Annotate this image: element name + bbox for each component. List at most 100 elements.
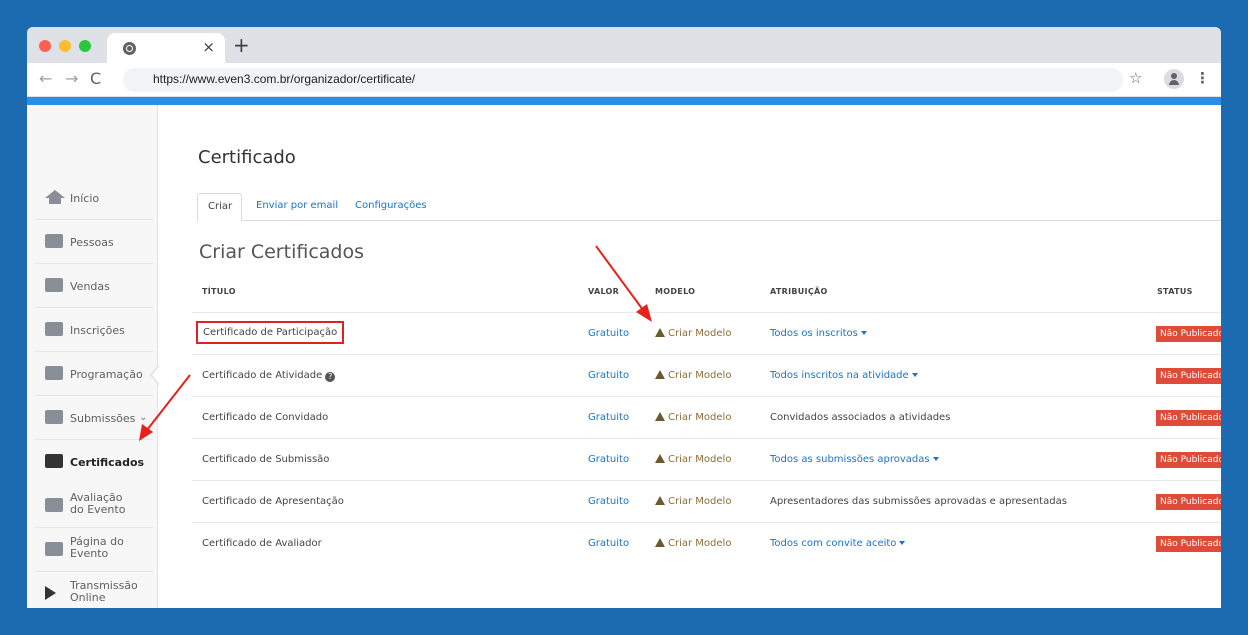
- table-row: Certificado de Convidado Gratuito Criar …: [192, 396, 1221, 438]
- sidebar-item-label: Vendas: [70, 280, 110, 293]
- tab-configuracoes[interactable]: Configurações: [345, 193, 437, 222]
- atribuicao-dropdown[interactable]: Todos com convite aceito: [770, 538, 906, 549]
- browser-tab[interactable]: ×: [107, 33, 225, 63]
- home-icon: [45, 190, 65, 204]
- atribuicao-text: Apresentadores das submissões aprovadas …: [770, 496, 1067, 507]
- label-line-2: Online: [70, 591, 106, 604]
- criar-modelo-link[interactable]: Criar Modelo: [655, 412, 731, 423]
- criar-modelo-link[interactable]: Criar Modelo: [655, 370, 731, 381]
- caret-down-icon: [899, 541, 906, 545]
- warning-icon: [655, 454, 665, 463]
- page-tabs: Criar Enviar por email Configurações: [197, 193, 1221, 222]
- tab-strip: × +: [27, 27, 1221, 63]
- criar-modelo-link[interactable]: Criar Modelo: [655, 538, 731, 549]
- sidebar-item-transmissao[interactable]: Transmissão Online: [35, 572, 153, 608]
- atribuicao-label: Todos com convite aceito: [770, 538, 897, 549]
- bookmark-star-icon[interactable]: ☆: [1129, 69, 1142, 87]
- warning-icon: [655, 496, 665, 505]
- browser-menu-icon[interactable]: ⋮: [1195, 69, 1210, 87]
- sidebar-item-label: Submissões: [70, 412, 136, 425]
- atribuicao-dropdown[interactable]: Todos os inscritos: [770, 328, 867, 339]
- profile-avatar-icon[interactable]: [1164, 69, 1184, 89]
- status-badge[interactable]: Não Publicado: [1156, 326, 1221, 342]
- valor-link[interactable]: Gratuito: [588, 454, 629, 465]
- people-icon: [45, 234, 63, 248]
- tab-close-icon[interactable]: ×: [202, 38, 215, 56]
- tab-enviar-por-email[interactable]: Enviar por email: [246, 193, 348, 222]
- header-atribuicao: ATRIBUIÇÃO: [770, 287, 828, 296]
- sidebar-item-inscricoes[interactable]: Inscrições: [35, 308, 153, 352]
- atribuicao-label: Todos inscritos na atividade: [770, 370, 909, 381]
- sidebar-item-vendas[interactable]: Vendas: [35, 264, 153, 308]
- help-icon[interactable]: ?: [325, 372, 336, 382]
- site-header-bar: [27, 97, 1221, 105]
- sidebar: Início Pessoas Vendas Inscrições Program…: [27, 105, 158, 608]
- criar-modelo-label: Criar Modelo: [668, 370, 732, 381]
- reload-icon[interactable]: C: [90, 69, 101, 89]
- valor-link[interactable]: Gratuito: [588, 538, 629, 549]
- page-title: Certificado: [198, 147, 296, 168]
- valor-link[interactable]: Gratuito: [588, 328, 629, 339]
- valor-link[interactable]: Gratuito: [588, 370, 629, 381]
- criar-modelo-link[interactable]: Criar Modelo: [655, 454, 731, 465]
- table-row: Certificado de Atividade? Gratuito Criar…: [192, 354, 1221, 396]
- money-bag-icon: [45, 278, 63, 292]
- warning-icon: [655, 538, 665, 547]
- minimize-window-button[interactable]: [59, 40, 71, 52]
- back-arrow-icon[interactable]: ←: [39, 69, 52, 89]
- status-badge[interactable]: Não Publicado: [1156, 536, 1221, 552]
- sidebar-item-certificados[interactable]: Certificados: [35, 440, 153, 484]
- ticket-icon: [45, 322, 63, 336]
- status-badge[interactable]: Não Publicado: [1156, 452, 1221, 468]
- certificate-title-link[interactable]: Certificado de Avaliador: [202, 538, 322, 549]
- label-line-2: do Evento: [70, 503, 126, 516]
- atribuicao-text: Convidados associados a atividades: [770, 412, 951, 423]
- atribuicao-dropdown[interactable]: Todos as submissões aprovadas: [770, 454, 939, 465]
- address-bar[interactable]: https://www.even3.com.br/organizador/cer…: [123, 68, 1123, 92]
- valor-link[interactable]: Gratuito: [588, 412, 629, 423]
- certificate-title-link[interactable]: Certificado de Submissão: [202, 454, 329, 465]
- warning-icon: [655, 412, 665, 421]
- certificate-title-link[interactable]: Certificado de Apresentação: [202, 496, 344, 507]
- certificate-title-link[interactable]: Certificado de Convidado: [202, 412, 328, 423]
- table-row: Certificado de Apresentação Gratuito Cri…: [192, 480, 1221, 522]
- new-tab-button[interactable]: +: [233, 34, 250, 56]
- clipboard-icon: [45, 498, 63, 512]
- maximize-window-button[interactable]: [79, 40, 91, 52]
- sidebar-item-pessoas[interactable]: Pessoas: [35, 220, 153, 264]
- chevron-down-icon: ⌄: [139, 412, 148, 423]
- status-badge[interactable]: Não Publicado: [1156, 410, 1221, 426]
- caret-down-icon: [911, 373, 918, 377]
- sidebar-item-label: Programação: [70, 368, 143, 381]
- section-title: Criar Certificados: [199, 241, 364, 263]
- criar-modelo-link[interactable]: Criar Modelo: [655, 328, 731, 339]
- certificate-title-link[interactable]: Certificado de Participação: [196, 321, 345, 344]
- sidebar-item-submissoes[interactable]: Submissões ⌄: [35, 396, 153, 440]
- table-row: Certificado de Avaliador Gratuito Criar …: [192, 522, 1221, 564]
- certificate-icon: [45, 454, 63, 468]
- criar-modelo-label: Criar Modelo: [668, 328, 732, 339]
- sidebar-item-programacao[interactable]: Programação: [35, 352, 153, 396]
- caret-down-icon: [932, 457, 939, 461]
- certificate-title-label: Certificado de Atividade: [202, 370, 323, 381]
- criar-modelo-label: Criar Modelo: [668, 538, 732, 549]
- close-window-button[interactable]: [39, 40, 51, 52]
- header-valor: VALOR: [588, 287, 620, 296]
- sidebar-item-inicio[interactable]: Início: [35, 176, 153, 220]
- valor-link[interactable]: Gratuito: [588, 496, 629, 507]
- atribuicao-label: Todos os inscritos: [770, 328, 858, 339]
- active-indicator: [147, 364, 161, 386]
- forward-arrow-icon[interactable]: →: [65, 69, 78, 89]
- table-row: Certificado de Participação Gratuito Cri…: [192, 312, 1221, 354]
- criar-modelo-link[interactable]: Criar Modelo: [655, 496, 731, 507]
- atribuicao-dropdown[interactable]: Todos inscritos na atividade: [770, 370, 918, 381]
- sidebar-item-avaliacao[interactable]: Avaliação do Evento: [35, 484, 153, 528]
- url-text[interactable]: https://www.even3.com.br/organizador/cer…: [153, 72, 415, 86]
- document-icon: [45, 410, 63, 424]
- header-titulo: TÍTULO: [202, 287, 236, 296]
- status-badge[interactable]: Não Publicado: [1156, 368, 1221, 384]
- sidebar-item-pagina-evento[interactable]: Página do Evento: [35, 528, 153, 572]
- status-badge[interactable]: Não Publicado: [1156, 494, 1221, 510]
- tab-criar[interactable]: Criar: [197, 193, 242, 222]
- certificate-title-link[interactable]: Certificado de Atividade?: [202, 370, 336, 382]
